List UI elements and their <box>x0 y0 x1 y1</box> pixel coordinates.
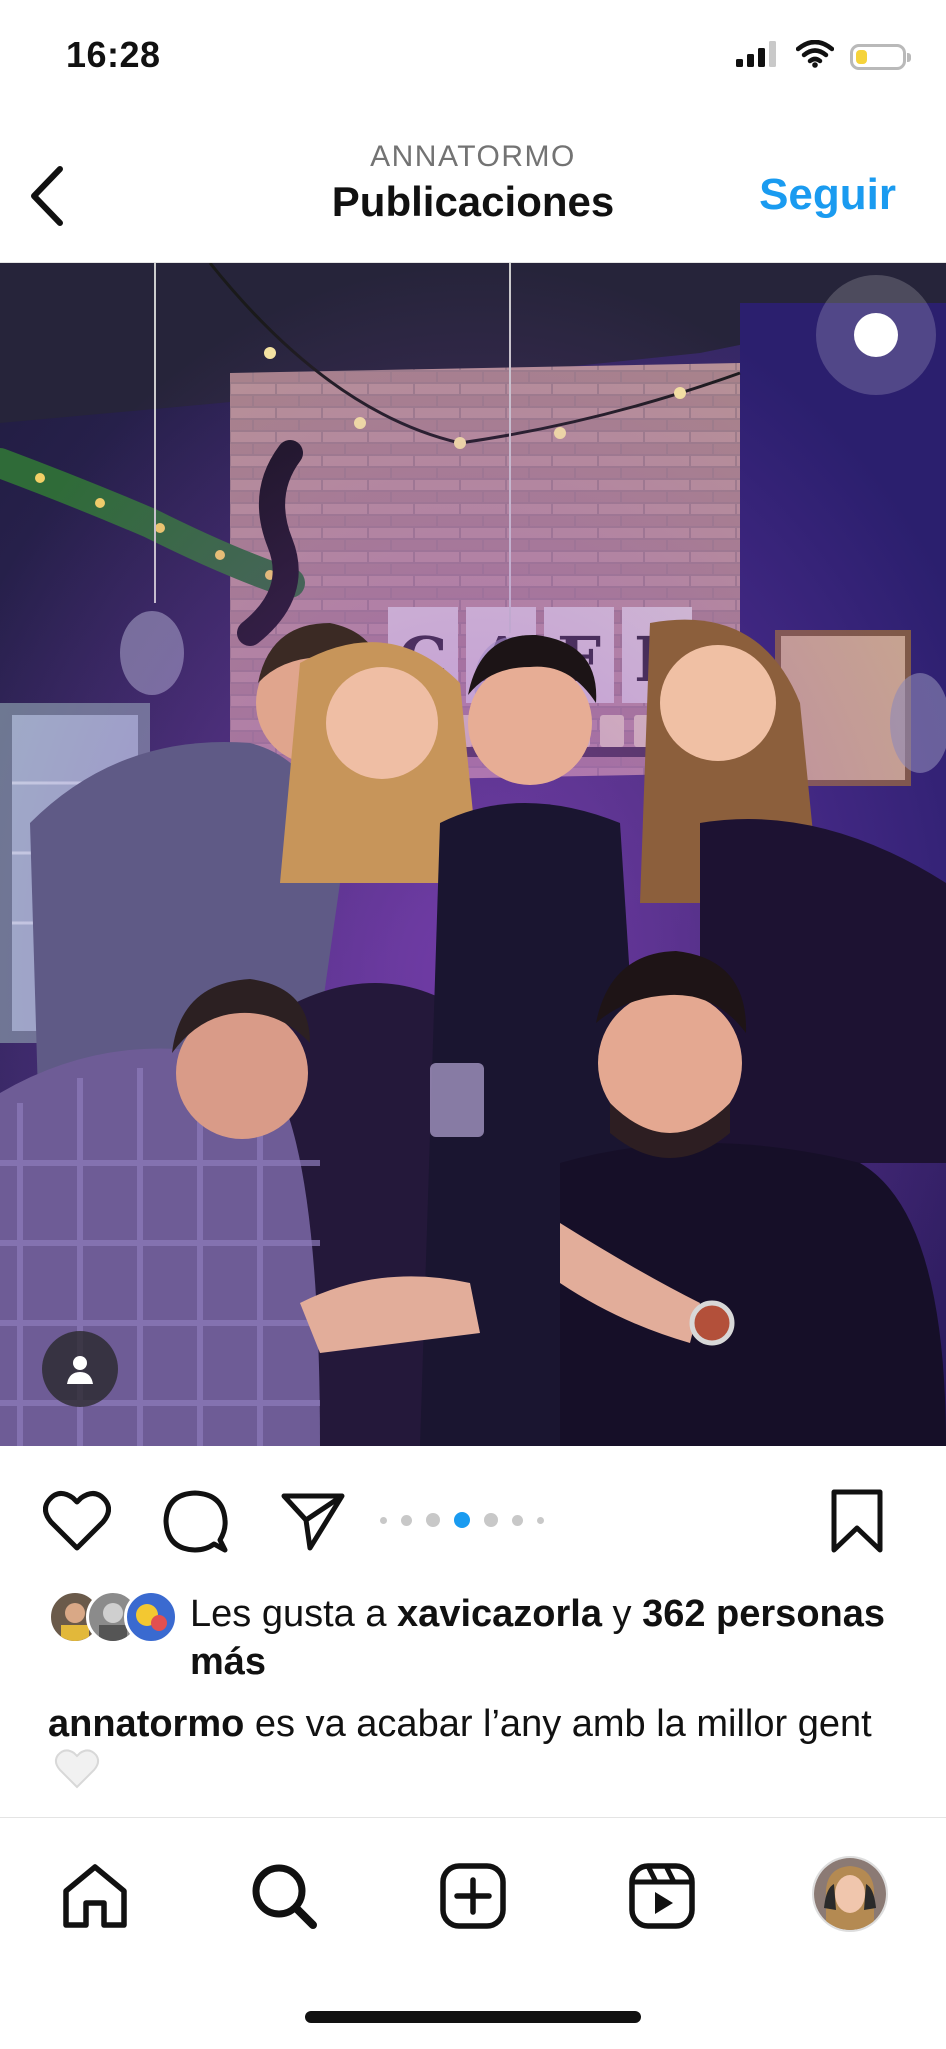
likes-text: Les gusta a xavicazorla y 362 personas m… <box>190 1590 890 1686</box>
carousel-dot <box>454 1512 470 1528</box>
status-bar: 16:28 <box>0 0 946 120</box>
profile-avatar <box>814 1858 886 1930</box>
tab-search[interactable] <box>244 1856 324 1936</box>
tab-new-post[interactable] <box>433 1856 513 1936</box>
post-caption: annatormo es va acabar l’any amb la mill… <box>48 1700 908 1802</box>
send-icon <box>281 1493 345 1551</box>
share-button[interactable] <box>276 1486 350 1556</box>
carousel-dot <box>426 1513 440 1527</box>
status-icons <box>736 39 911 73</box>
liked-by-username[interactable]: xavicazorla <box>397 1593 602 1635</box>
home-icon <box>63 1864 127 1928</box>
reels-icon <box>629 1863 695 1929</box>
search-icon <box>252 1864 317 1929</box>
white-heart-icon <box>54 1748 100 1802</box>
heart-icon <box>43 1491 111 1551</box>
wifi-icon <box>795 39 835 73</box>
post-actions <box>0 1446 946 1588</box>
carousel-dot <box>484 1513 498 1527</box>
tab-home[interactable] <box>55 1856 135 1936</box>
carousel-indicator <box>380 1512 544 1528</box>
header-username[interactable]: ANNATORMO <box>0 140 946 174</box>
carousel-dot <box>512 1514 523 1526</box>
likes-prefix: Les gusta a <box>190 1593 398 1635</box>
home-indicator[interactable] <box>305 2011 641 2023</box>
carousel-dot <box>380 1516 387 1524</box>
cellular-signal-icon <box>736 41 780 72</box>
caption-username[interactable]: annatormo <box>48 1703 244 1745</box>
header: ANNATORMO Publicaciones Seguir <box>0 120 946 263</box>
battery-icon <box>850 43 911 70</box>
avatar <box>124 1590 178 1644</box>
battery-level <box>856 49 867 64</box>
carousel-dot <box>537 1516 544 1524</box>
tab-reels[interactable] <box>622 1856 702 1936</box>
liked-by-avatars <box>48 1590 178 1644</box>
comment-icon <box>163 1490 228 1553</box>
save-button[interactable] <box>820 1486 894 1556</box>
user-tags-button[interactable] <box>42 1331 118 1407</box>
follow-button[interactable]: Seguir <box>759 170 896 220</box>
tab-bar <box>0 1817 946 2049</box>
carousel-dot <box>401 1514 412 1526</box>
likes-connector: y <box>601 1593 643 1635</box>
tab-profile[interactable] <box>812 1856 888 1932</box>
caption-text: es va acabar l’any amb la millor gent <box>244 1703 872 1745</box>
comment-button[interactable] <box>158 1486 232 1556</box>
person-icon <box>67 1356 93 1384</box>
post-photo[interactable]: C A F É <box>0 263 946 1446</box>
new-post-icon <box>440 1863 506 1929</box>
status-time: 16:28 <box>66 34 161 75</box>
post-image: C A F É <box>0 263 946 1446</box>
bookmark-icon <box>831 1489 883 1553</box>
like-button[interactable] <box>40 1486 114 1556</box>
